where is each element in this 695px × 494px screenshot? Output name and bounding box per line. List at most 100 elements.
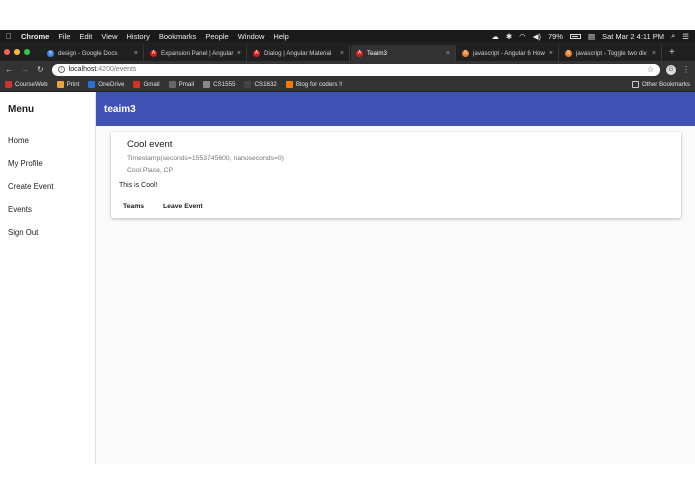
battery-percent[interactable]: 79% [548,32,563,41]
wifi-icon[interactable]: ◠ [519,32,526,41]
more-menu-icon[interactable]: ⋮ [682,65,690,74]
tab-title: Expansion Panel | Angular [161,49,234,57]
app-title: teaim3 [104,103,136,115]
bookmark-list: CourseWeb Print OneDrive Gmail Pmail CS1555 CS… [5,81,352,88]
bookmark-label: Print [66,81,80,88]
bookmark-item[interactable]: Pmail [168,81,194,88]
bookmark-item[interactable]: CS1555 [203,81,235,88]
back-icon[interactable]: ← [5,65,13,74]
menu-help[interactable]: Help [273,32,288,41]
browser-tab[interactable]: A Teaim3 × [351,45,456,61]
menu-history[interactable]: History [127,32,150,41]
menu-window[interactable]: Window [238,32,265,41]
browser-tab[interactable]: A Expansion Panel | Angular × [145,45,247,61]
new-tab-icon[interactable]: + [669,45,675,61]
bookmark-item[interactable]: CourseWeb [5,81,48,88]
other-bookmarks-label: Other Bookmarks [641,81,690,88]
menu-bookmarks[interactable]: Bookmarks [159,32,197,41]
event-timestamp: Timestamp(seconds=1553745600, nanosecond… [127,155,284,162]
event-description: This is Cool! [119,182,158,189]
flag-icon[interactable]: ▤ [588,32,595,41]
tab-close-icon[interactable]: × [340,50,344,57]
tab-list: ≡ design - Google Docs × A Expansion Panel |… [42,45,663,61]
reload-icon[interactable]: ↻ [37,65,44,74]
bookmark-favicon-icon [56,81,64,88]
bookmark-favicon-icon [168,81,176,88]
bookmark-item[interactable]: Blog for coders !! [285,81,343,88]
side-nav-title: Menu [8,103,35,115]
menu-app-name[interactable]: Chrome [21,32,49,41]
cloud-icon[interactable]: ☁ [491,32,499,41]
event-location: Cool Place, CP [127,167,174,174]
nav-item-sign-out[interactable]: Sign Out [0,221,95,244]
bookmark-label: OneDrive [98,81,125,88]
url-path: :4200/events [96,66,137,73]
bookmarks-bar: CourseWeb Print OneDrive Gmail Pmail CS1555 CS… [0,78,695,92]
nav-list: Home My Profile Create Event Events Sign… [0,126,95,244]
other-bookmarks[interactable]: Other Bookmarks [631,81,690,88]
nav-item-create-event[interactable]: Create Event [0,175,95,198]
battery-icon[interactable] [569,33,581,39]
browser-tab[interactable]: Sjavascript - Angular 6 How × [457,45,559,61]
tab-close-icon[interactable]: × [652,50,656,57]
bookmark-item[interactable]: CS1632 [244,81,277,88]
folder-icon [631,81,639,88]
side-nav: Menu Home My Profile Create Event Events… [0,92,96,464]
nav-item-my-profile[interactable]: My Profile [0,152,95,175]
bookmark-favicon-icon [88,81,96,88]
bluetooth-icon[interactable]: ✱ [506,32,512,41]
bookmark-item[interactable]: Print [56,81,80,88]
menu-view[interactable]: View [101,32,117,41]
tab-title: javascript - Toggle two div [576,49,647,57]
bookmark-item[interactable]: OneDrive [88,81,124,88]
app-container: Menu Home My Profile Create Event Events… [0,92,695,464]
minimize-window-icon[interactable] [14,48,20,55]
window-controls [4,42,34,61]
notification-center-icon[interactable]: ☰ [682,32,689,41]
forward-icon[interactable]: → [21,65,29,74]
bookmark-label: Blog for coders !! [295,81,343,88]
menu-edit[interactable]: Edit [79,32,92,41]
tab-title: javascript - Angular 6 How [473,49,545,57]
bookmark-favicon-icon [203,81,211,88]
tab-title: design - Google Docs [58,49,118,57]
tab-favicon-icon: A [253,49,260,57]
tab-favicon-icon: A [356,49,363,57]
event-title: Cool event [127,139,173,150]
event-card: Cool event Timestamp(seconds=1553745600,… [111,132,681,218]
main-content: teaim3 Cool event Timestamp(seconds=1553… [96,92,695,464]
zoom-window-icon[interactable] [24,48,30,55]
bookmark-star-icon[interactable]: ☆ [647,65,654,74]
app-toolbar: teaim3 [96,92,695,126]
menu-file[interactable]: File [58,32,70,41]
browser-tab[interactable]: A Dialog | Angular Material × [248,45,350,61]
bookmark-label: CS1632 [254,81,277,88]
browser-toolbar: ← → ↻ i localhost :4200/events ☆ G ⋮ [0,61,695,78]
leave-event-button[interactable]: Leave Event [163,203,203,210]
teams-button[interactable]: Teams [123,203,144,210]
close-window-icon[interactable] [4,48,10,55]
bookmark-favicon-icon [244,81,252,88]
tab-close-icon[interactable]: × [237,50,241,57]
volume-icon[interactable]: ◀) [533,32,541,41]
nav-item-home[interactable]: Home [0,129,95,152]
address-bar[interactable]: i localhost :4200/events ☆ [51,63,660,76]
bookmark-item[interactable]: Gmail [133,81,160,88]
tab-close-icon[interactable]: × [446,50,450,57]
clock[interactable]: Sat Mar 2 4:11 PM [602,32,664,41]
nav-item-events[interactable]: Events [0,198,95,221]
profile-avatar[interactable]: G [666,64,676,75]
browser-tab[interactable]: ≡ design - Google Docs × [42,45,144,61]
screen:  Chrome File Edit View History Bookmark… [0,0,695,494]
apple-icon[interactable]:  [6,32,12,41]
tab-close-icon[interactable]: × [134,50,138,57]
bottom-margin [0,464,695,494]
tab-close-icon[interactable]: × [549,50,553,57]
menu-people[interactable]: People [205,32,228,41]
browser-tab[interactable]: Sjavascript - Toggle two div × [560,45,662,61]
spotlight-icon[interactable]: ⌕ [671,31,675,41]
tab-favicon-icon: A [150,49,157,57]
bookmark-favicon-icon [133,81,141,88]
bookmark-label: CourseWeb [15,81,48,88]
site-info-icon[interactable]: i [57,66,65,73]
